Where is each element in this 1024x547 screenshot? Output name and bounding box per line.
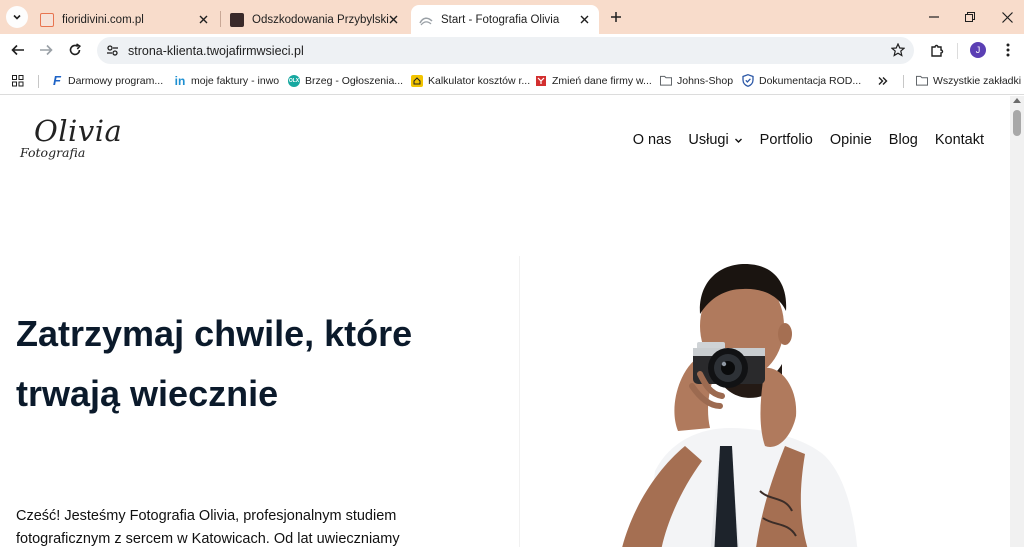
hero-title: Zatrzymaj chwile, które trwają wiecznie <box>16 304 456 424</box>
bookmark-label: Johns-Shop <box>677 74 734 87</box>
page-viewport: Olivia Fotografia O nas Usługi Portfolio… <box>0 96 1024 547</box>
back-button[interactable] <box>7 39 29 61</box>
close-icon[interactable] <box>386 12 400 26</box>
tab-strip: fioridivini.com.pl Odszkodowania Przybyl… <box>0 0 1024 34</box>
section-divider <box>519 256 520 547</box>
hero-intro-text: Cześć! Jesteśmy Fotografia Olivia, profe… <box>16 505 436 547</box>
hero-text-line: Cześć! Jesteśmy Fotografia Olivia, profe… <box>16 508 397 524</box>
arrow-left-icon <box>11 44 24 56</box>
hero-title-line: trwają wiecznie <box>16 373 279 414</box>
toolbar-separator <box>957 43 958 59</box>
shield-icon <box>742 74 754 87</box>
bookmark-separator <box>903 75 904 88</box>
browser-toolbar: strona-klienta.twojafirmwsieci.pl J <box>0 34 1024 66</box>
extensions-button[interactable] <box>926 39 948 61</box>
bookmark-zmien-dane-firmy[interactable]: Zmień dane firmy w... <box>535 72 652 89</box>
plus-icon <box>611 12 621 22</box>
bookmark-separator <box>38 75 39 88</box>
tab-favicon <box>40 12 54 27</box>
nav-item-o-nas[interactable]: O nas <box>633 132 672 148</box>
tab-fotografia-olivia[interactable]: Start - Fotografia Olivia <box>411 5 599 34</box>
star-icon <box>891 43 905 57</box>
bookmark-folder-johns-shop[interactable]: Johns-Shop <box>660 72 733 89</box>
folder-icon <box>916 75 928 87</box>
scroll-thumb[interactable] <box>1013 110 1021 136</box>
all-bookmarks-button[interactable]: Wszystkie zakładki <box>916 72 1021 89</box>
bookmark-label: Brzeg - Ogłoszenia... <box>305 74 404 87</box>
forward-button[interactable] <box>35 39 57 61</box>
minimize-icon <box>929 16 939 18</box>
in-logo-icon: in <box>174 73 186 88</box>
reload-icon <box>69 43 82 56</box>
chevron-down-icon <box>13 14 21 20</box>
tab-odszkodowania[interactable]: Odszkodowania Przybylski Piotr <box>222 5 408 34</box>
tab-favicon <box>419 12 433 27</box>
arrow-right-icon <box>40 44 53 56</box>
address-bar[interactable]: strona-klienta.twojafirmwsieci.pl <box>97 37 914 64</box>
nav-item-portfolio[interactable]: Portfolio <box>760 132 813 148</box>
site-info-button[interactable] <box>102 41 122 61</box>
minimize-button[interactable] <box>922 6 946 28</box>
bookmark-kalkulator-kosztow[interactable]: Kalkulator kosztów r... <box>411 72 530 89</box>
new-tab-button[interactable] <box>606 7 626 27</box>
tab-title: Odszkodowania Przybylski Piotr <box>252 13 392 26</box>
logo-name: Olivia <box>34 114 123 148</box>
hero-photographer-image <box>622 264 858 547</box>
calculator-icon <box>411 74 423 87</box>
nav-item-opinie[interactable]: Opinie <box>830 132 872 148</box>
window-close-button[interactable] <box>995 6 1019 28</box>
tab-title: Start - Fotografia Olivia <box>441 13 560 26</box>
bookmark-label: Darmowy program... <box>68 74 164 87</box>
tab-favicon <box>230 12 244 27</box>
bookmark-star-button[interactable] <box>890 42 906 58</box>
nav-item-uslugi[interactable]: Usługi <box>688 132 742 148</box>
tab-fioridivini[interactable]: fioridivini.com.pl <box>32 5 218 34</box>
page-scrollbar[interactable] <box>1010 96 1024 547</box>
f-logo-icon: F <box>53 73 61 88</box>
emblem-icon <box>535 75 547 87</box>
olx-logo-icon: OLX <box>288 74 300 87</box>
bookmark-label: Kalkulator kosztów r... <box>428 74 531 87</box>
hero-text-line: fotograficznym z sercem w Katowicach. Od… <box>16 531 400 547</box>
nav-item-label: Usługi <box>688 132 729 148</box>
nav-item-blog[interactable]: Blog <box>889 132 918 148</box>
tab-title: fioridivini.com.pl <box>62 13 144 26</box>
double-chevron-right-icon <box>878 76 888 85</box>
tune-icon <box>106 45 118 56</box>
chevron-down-icon <box>734 138 742 143</box>
apps-grid-icon <box>12 74 24 86</box>
bookmark-label: Wszystkie zakładki <box>933 74 1022 87</box>
bookmark-brzeg-ogloszenia[interactable]: OLX Brzeg - Ogłoszenia... <box>288 72 403 89</box>
bookmark-label: Zmień dane firmy w... <box>552 74 652 87</box>
hero-title-line: Zatrzymaj chwile, które <box>16 313 413 354</box>
bookmark-label: moje faktury - inwo <box>191 74 280 87</box>
apps-button[interactable] <box>12 72 24 89</box>
profile-avatar[interactable]: J <box>970 42 986 58</box>
bookmark-dokumentacja-rod[interactable]: Dokumentacja ROD... <box>742 72 861 89</box>
more-bookmarks-button[interactable] <box>878 72 888 89</box>
reload-button[interactable] <box>64 39 86 61</box>
nav-item-kontakt[interactable]: Kontakt <box>935 132 984 148</box>
main-navigation: O nas Usługi Portfolio Opinie Blog Konta… <box>633 132 984 148</box>
close-icon[interactable] <box>577 12 591 26</box>
bookmark-moje-faktury[interactable]: in moje faktury - inwo <box>174 72 279 89</box>
more-vertical-icon <box>1006 43 1010 57</box>
folder-icon <box>660 75 672 87</box>
scroll-up-arrow-icon[interactable] <box>1013 98 1021 103</box>
bookmarks-bar: F Darmowy program... in moje faktury - i… <box>0 66 1024 95</box>
tab-search-button[interactable] <box>6 6 28 28</box>
restore-icon <box>965 12 975 22</box>
site-logo[interactable]: Olivia Fotografia <box>18 114 128 166</box>
tab-separator <box>220 11 221 27</box>
logo-tagline: Fotografia <box>20 145 86 160</box>
close-icon[interactable] <box>196 12 210 26</box>
bookmark-darmowy-program[interactable]: F Darmowy program... <box>51 72 163 89</box>
puzzle-icon <box>930 44 943 57</box>
url-text[interactable]: strona-klienta.twojafirmwsieci.pl <box>128 44 304 58</box>
close-icon <box>1001 11 1013 23</box>
restore-button[interactable] <box>958 6 982 28</box>
menu-button[interactable] <box>997 39 1019 61</box>
bookmark-label: Dokumentacja ROD... <box>759 74 862 87</box>
